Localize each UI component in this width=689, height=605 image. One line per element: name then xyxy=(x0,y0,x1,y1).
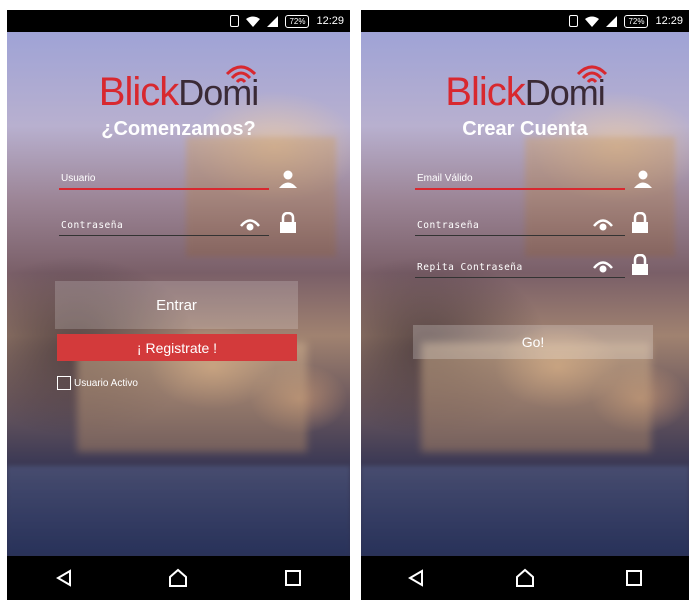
password-label: Contraseña xyxy=(417,220,480,231)
email-label: Email Válido xyxy=(417,173,473,184)
user-icon xyxy=(634,170,652,188)
battery-icon: 72% xyxy=(285,14,310,28)
remember-user-label: Usuario Activo xyxy=(74,377,138,389)
vibrate-icon xyxy=(569,15,579,27)
background-house xyxy=(525,137,675,257)
signal-icon xyxy=(606,15,618,27)
eye-icon[interactable] xyxy=(240,218,260,232)
repeat-password-label: Repita Contraseña xyxy=(417,262,523,273)
username-field[interactable]: Usuario xyxy=(59,168,269,190)
back-icon[interactable] xyxy=(396,563,436,593)
background-image: BlickDomi ¿Comenzamos? Usuario Contraseñ… xyxy=(7,32,350,556)
login-button[interactable]: Entrar xyxy=(55,281,298,329)
logo-text-blick: Blick xyxy=(445,70,525,114)
status-time: 12:29 xyxy=(655,15,683,27)
remember-user-row[interactable]: Usuario Activo xyxy=(57,376,138,390)
register-phone-screen: 72% 12:29 BlickDomi Crear Cuenta Email V… xyxy=(361,10,689,600)
password-field[interactable]: Contraseña xyxy=(59,214,269,236)
battery-icon: 72% xyxy=(624,14,649,28)
wifi-icon xyxy=(246,16,261,27)
status-bar: 72% 12:29 xyxy=(7,10,350,32)
user-icon xyxy=(279,170,297,188)
home-icon[interactable] xyxy=(505,563,545,593)
page-title: ¿Comenzamos? xyxy=(101,118,256,140)
wifi-icon xyxy=(585,16,600,27)
navigation-bar xyxy=(7,556,350,600)
lock-icon xyxy=(632,212,648,233)
logo-wifi-icon xyxy=(225,65,257,84)
status-bar: 72% 12:29 xyxy=(361,10,689,32)
background-pool xyxy=(361,466,689,556)
signal-icon xyxy=(267,15,279,27)
logo-wifi-icon xyxy=(576,65,608,84)
back-icon[interactable] xyxy=(44,563,84,593)
app-logo: BlickDomi xyxy=(361,65,689,118)
status-time: 12:29 xyxy=(316,15,344,27)
home-icon[interactable] xyxy=(158,563,198,593)
username-label: Usuario xyxy=(61,173,96,184)
lock-icon xyxy=(280,212,296,233)
vibrate-icon xyxy=(230,15,240,27)
eye-icon[interactable] xyxy=(593,218,613,232)
recents-icon[interactable] xyxy=(273,563,313,593)
background-pool xyxy=(7,466,350,556)
background-image: BlickDomi Crear Cuenta Email Válido Cont… xyxy=(361,32,689,556)
register-button[interactable]: ¡ Registrate ! xyxy=(57,334,297,361)
submit-button[interactable]: Go! xyxy=(413,325,653,359)
recents-icon[interactable] xyxy=(614,563,654,593)
logo-text-blick: Blick xyxy=(98,70,179,114)
background-house xyxy=(186,137,336,257)
lock-icon xyxy=(632,254,648,275)
eye-icon[interactable] xyxy=(593,260,613,274)
navigation-bar xyxy=(361,556,689,600)
password-label: Contraseña xyxy=(61,220,124,231)
remember-user-checkbox[interactable] xyxy=(57,376,71,390)
page-title: Crear Cuenta xyxy=(462,118,588,140)
email-field[interactable]: Email Válido xyxy=(415,168,625,190)
login-phone-screen: 72% 12:29 BlickDomi ¿Comenzamos? Usuario… xyxy=(7,10,350,600)
app-logo: BlickDomi xyxy=(7,65,350,118)
